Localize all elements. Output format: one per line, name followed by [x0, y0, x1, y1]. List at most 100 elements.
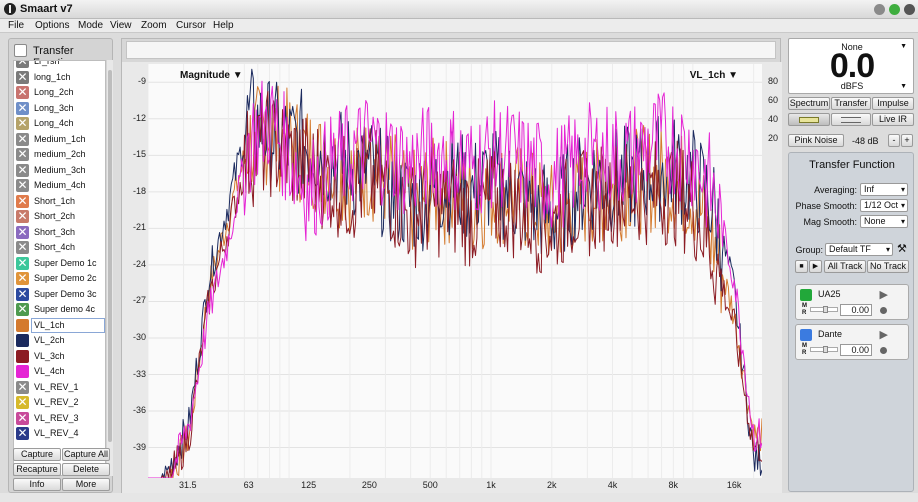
plot-type-selector[interactable]: Magnitude ▼ — [180, 70, 243, 81]
list-item[interactable]: ✕ Super demo 4c — [14, 302, 105, 318]
hidden-trace-icon[interactable]: ✕ — [16, 411, 29, 425]
level-down-button[interactable]: - — [888, 134, 900, 147]
hidden-trace-icon[interactable]: ✕ — [16, 147, 29, 161]
list-item[interactable]: ✕ Medium_3ch — [14, 163, 105, 179]
measurement-list[interactable]: ✕ Lr_rsh ✕ long_1ch ✕ Long_2ch ✕ Long_3ch ✕ Long_… — [13, 60, 106, 476]
menu-cursor[interactable]: Cursor — [176, 20, 206, 31]
scrollbar-thumb[interactable] — [108, 70, 112, 442]
channel-card-dante[interactable]: Dante ▶ M R 0.00 — [795, 324, 909, 360]
hidden-trace-icon[interactable]: ✕ — [16, 287, 29, 301]
record-label[interactable]: R — [802, 350, 807, 357]
hidden-trace-icon[interactable]: ✕ — [16, 395, 29, 409]
play-icon[interactable]: ▶ — [880, 328, 888, 341]
show-all-checkbox[interactable] — [14, 44, 27, 57]
hidden-trace-icon[interactable]: ✕ — [16, 302, 29, 316]
list-item[interactable]: ✕ Short_4ch — [14, 240, 105, 256]
menu-zoom[interactable]: Zoom — [141, 20, 167, 31]
level-up-button[interactable]: + — [901, 134, 913, 147]
hidden-trace-icon[interactable]: ✕ — [16, 178, 29, 192]
averaging-select[interactable]: Inf — [860, 183, 908, 196]
channel-color-swatch[interactable] — [800, 289, 812, 301]
trace-color-swatch[interactable] — [16, 334, 29, 347]
gain-value[interactable]: 0.00 — [840, 304, 872, 316]
hidden-trace-icon[interactable]: ✕ — [16, 132, 29, 146]
capture-all-button[interactable]: Capture All — [62, 448, 110, 461]
live-ir-button[interactable]: Live IR — [872, 113, 914, 126]
list-item[interactable]: VL_2ch — [14, 333, 105, 349]
menu-help[interactable]: Help — [213, 20, 234, 31]
list-item[interactable]: ✕ Long_4ch — [14, 116, 105, 132]
list-item[interactable]: ✕ Short_3ch — [14, 225, 105, 241]
hidden-trace-icon[interactable]: ✕ — [16, 61, 29, 68]
no-track-button[interactable]: No Track — [867, 260, 909, 273]
signal-generator-button[interactable]: Pink Noise — [788, 134, 844, 147]
capture-button[interactable]: Capture — [13, 448, 61, 461]
record-label[interactable]: R — [802, 310, 807, 317]
list-item[interactable]: ✕ Short_2ch — [14, 209, 105, 225]
list-scrollbar[interactable] — [107, 60, 113, 476]
hidden-trace-icon[interactable]: ✕ — [16, 426, 29, 440]
plot-top-strip[interactable] — [126, 41, 776, 59]
hidden-trace-icon[interactable]: ✕ — [16, 163, 29, 177]
hidden-trace-icon[interactable]: ✕ — [16, 70, 29, 84]
mag-smooth-select[interactable]: None — [860, 215, 908, 228]
gain-slider[interactable] — [810, 306, 838, 313]
spectrum-mode-button[interactable]: Spectrum — [788, 97, 830, 110]
hidden-trace-icon[interactable]: ✕ — [16, 271, 29, 285]
maximize-button[interactable] — [889, 4, 900, 15]
hidden-trace-icon[interactable]: ✕ — [16, 225, 29, 239]
info-button[interactable]: Info — [13, 478, 61, 491]
list-item[interactable]: ✕ Medium_1ch — [14, 132, 105, 148]
list-item[interactable]: ✕ medium_2ch — [14, 147, 105, 163]
list-item[interactable]: ✕ VL_REV_2 — [14, 395, 105, 411]
single-view-button[interactable] — [788, 113, 830, 126]
slider-knob[interactable] — [823, 346, 828, 353]
menu-view[interactable]: View — [110, 20, 132, 31]
hidden-trace-icon[interactable]: ✕ — [16, 380, 29, 394]
hidden-trace-icon[interactable]: ✕ — [16, 194, 29, 208]
channel-color-swatch[interactable] — [800, 329, 812, 341]
menu-file[interactable]: File — [8, 20, 24, 31]
list-item[interactable]: ✕ long_1ch — [14, 70, 105, 86]
list-item[interactable]: ✕ VL_REV_3 — [14, 411, 105, 427]
tools-icon[interactable]: ⚒ — [897, 242, 907, 255]
trace-color-swatch[interactable] — [16, 365, 29, 378]
list-item[interactable]: ✕ Short_1ch — [14, 194, 105, 210]
magnitude-plot[interactable]: Magnitude ▼ VL_1ch ▼ — [147, 64, 763, 479]
list-item[interactable]: ✕ Long_2ch — [14, 85, 105, 101]
play-button[interactable]: ▶ — [809, 260, 822, 273]
list-item[interactable]: ✕ Long_3ch — [14, 101, 105, 117]
group-select[interactable]: Default TF — [825, 243, 893, 256]
list-item[interactable]: ✕ VL_REV_1 — [14, 380, 105, 396]
list-item[interactable]: ✕ Super Demo 1c — [14, 256, 105, 272]
chevron-down-icon[interactable]: ▼ — [900, 43, 907, 50]
measurement-selector[interactable]: VL_1ch ▼ — [690, 70, 738, 81]
trace-color-swatch[interactable] — [16, 349, 29, 363]
chevron-down-icon[interactable]: ▼ — [900, 83, 907, 90]
list-item[interactable]: VL_4ch — [14, 364, 105, 380]
mute-label[interactable]: M — [802, 303, 807, 310]
impulse-mode-button[interactable]: Impulse — [872, 97, 914, 110]
minimize-button[interactable] — [874, 4, 885, 15]
hidden-trace-icon[interactable]: ✕ — [16, 101, 29, 115]
phase-smooth-select[interactable]: 1/12 Oct — [860, 199, 908, 212]
hidden-trace-icon[interactable]: ✕ — [16, 209, 29, 223]
list-item[interactable]: ✕ Super Demo 2c — [14, 271, 105, 287]
hidden-trace-icon[interactable]: ✕ — [16, 256, 29, 270]
channel-card-ua25[interactable]: UA25 ▶ M R 0.00 — [795, 284, 909, 320]
play-icon[interactable]: ▶ — [880, 288, 888, 301]
list-item[interactable]: ✕ Super Demo 3c — [14, 287, 105, 303]
all-track-button[interactable]: All Track — [824, 260, 866, 273]
level-meter[interactable]: None 0.0 dBFS ▼ ▼ — [788, 38, 914, 94]
gain-slider[interactable] — [810, 346, 838, 353]
menu-options[interactable]: Options — [35, 20, 69, 31]
dual-view-button[interactable] — [831, 113, 871, 126]
list-item[interactable]: ✕ VL_REV_4 — [14, 426, 105, 442]
gain-value[interactable]: 0.00 — [840, 344, 872, 356]
list-item[interactable]: VL_3ch — [14, 349, 105, 365]
menu-mode[interactable]: Mode — [78, 20, 103, 31]
list-item[interactable]: VL_1ch — [14, 317, 105, 334]
hidden-trace-icon[interactable]: ✕ — [16, 116, 29, 130]
mute-label[interactable]: M — [802, 343, 807, 350]
more-button[interactable]: More — [62, 478, 110, 491]
